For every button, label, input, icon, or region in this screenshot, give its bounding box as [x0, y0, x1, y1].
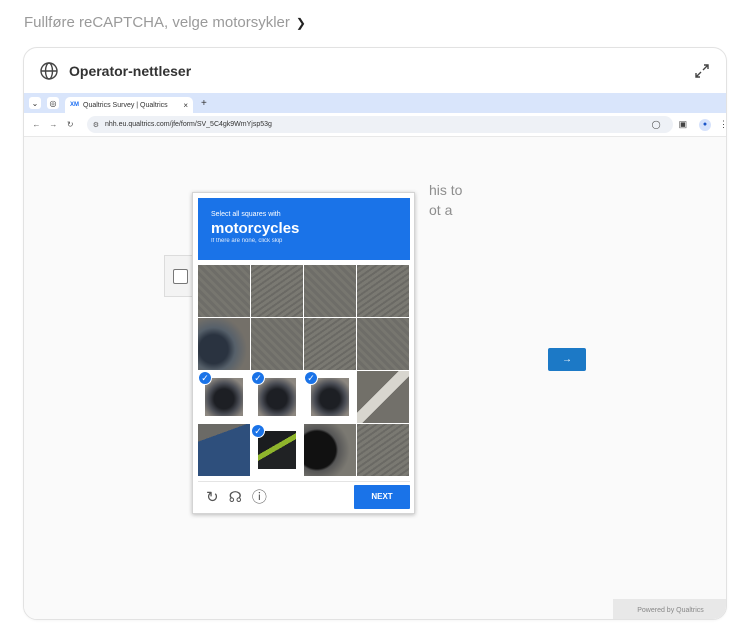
browser-tabstrip: ⌄ ◎ XM Qualtrics Survey | Qualtrics × + [24, 93, 726, 113]
tile-image [258, 378, 296, 416]
tab-qualtrics[interactable]: XM Qualtrics Survey | Qualtrics × [65, 97, 193, 113]
task-title-text: Fullføre reCAPTCHA, velge motorsykler [24, 14, 290, 31]
tile-image [304, 318, 356, 370]
captcha-tile[interactable] [357, 318, 409, 370]
more-menu-icon[interactable]: ⋮ [719, 119, 726, 130]
captcha-tile[interactable] [357, 371, 409, 423]
challenge-footer: ↻ ☊ ⓘ NEXT [198, 481, 410, 511]
tile-image [198, 424, 250, 476]
operator-title: Operator-nettleser [69, 62, 192, 79]
reload-icon[interactable]: ↻ [206, 488, 219, 506]
captcha-tile[interactable]: ✓ [251, 424, 303, 476]
tile-image [258, 431, 296, 469]
selected-check-icon: ✓ [251, 424, 265, 438]
captcha-tile[interactable] [198, 424, 250, 476]
survey-text-line2: ot a [429, 202, 453, 218]
captcha-tile[interactable] [357, 265, 409, 317]
challenge-header: Select all squares with motorcycles If t… [198, 198, 410, 260]
profile-avatar-icon[interactable]: ● [699, 118, 711, 131]
info-icon[interactable]: ⓘ [252, 486, 267, 507]
tab-list-chevron-icon[interactable]: ⌄ [29, 97, 41, 109]
address-bar-row: ← → ↻ ⚙ nhh.eu.qualtrics.com/jfe/form/SV… [24, 113, 726, 137]
operator-header: Operator-nettleser [24, 48, 726, 93]
tile-image [251, 318, 303, 370]
back-icon[interactable]: ← [30, 120, 43, 129]
tile-image [205, 378, 243, 416]
tile-image [198, 318, 250, 370]
image-grid: ✓ ✓ ✓ ✓ [198, 265, 410, 477]
task-title[interactable]: Fullføre reCAPTCHA, velge motorsykler ❯ [24, 14, 306, 31]
tile-image [357, 265, 409, 317]
expand-icon[interactable] [693, 62, 711, 80]
new-tab-icon[interactable]: + [201, 98, 207, 109]
survey-next-button[interactable]: → [548, 348, 586, 371]
url-text: nhh.eu.qualtrics.com/jfe/form/SV_5C4gk9W… [105, 121, 272, 128]
selected-check-icon: ✓ [251, 371, 265, 385]
tile-image [311, 378, 349, 416]
tile-image [198, 265, 250, 317]
captcha-tile[interactable] [198, 318, 250, 370]
captcha-tile[interactable]: ✓ [251, 371, 303, 423]
site-settings-icon[interactable]: ⚙ [93, 121, 99, 129]
captcha-tile[interactable] [198, 265, 250, 317]
tile-image [251, 265, 303, 317]
tile-image [304, 265, 356, 317]
challenge-instruction: Select all squares with [211, 211, 281, 218]
selected-check-icon: ✓ [198, 371, 212, 385]
tile-image [357, 424, 409, 476]
tile-image [357, 318, 409, 370]
qualtrics-logo: XM [70, 102, 79, 108]
chevron-down-icon[interactable]: ❯ [296, 16, 306, 30]
captcha-tile[interactable]: ✓ [304, 371, 356, 423]
web-page: his to ot a → Powered by Qualtrics Selec… [24, 137, 726, 619]
captcha-tile[interactable] [304, 424, 356, 476]
survey-text-line1: his to [429, 182, 463, 198]
challenge-hint: If there are none, click skip [211, 238, 283, 244]
captcha-tile[interactable] [251, 318, 303, 370]
captcha-tile[interactable] [251, 265, 303, 317]
challenge-target: motorcycles [211, 220, 300, 237]
reload-icon[interactable]: ↻ [64, 120, 77, 129]
survey-question-text: his to ot a [429, 180, 462, 220]
tile-image [304, 424, 356, 476]
forward-icon[interactable]: → [47, 120, 60, 129]
recaptcha-checkbox[interactable] [172, 268, 188, 284]
recaptcha-challenge: Select all squares with motorcycles If t… [192, 192, 415, 514]
chrome-icon[interactable]: ◎ [47, 97, 59, 109]
captcha-tile[interactable]: ✓ [198, 371, 250, 423]
extensions-icon[interactable]: ▣ [679, 119, 688, 130]
captcha-tile[interactable] [304, 318, 356, 370]
eye-off-icon[interactable]: ◯ [652, 120, 661, 129]
tile-image [357, 371, 409, 423]
headphones-icon[interactable]: ☊ [229, 488, 242, 506]
captcha-next-button[interactable]: NEXT [354, 484, 410, 509]
tab-label: Qualtrics Survey | Qualtrics [83, 101, 168, 109]
operator-browser-panel: Operator-nettleser ⌄ ◎ XM Qualtrics Surv… [23, 47, 727, 620]
selected-check-icon: ✓ [304, 371, 318, 385]
globe-icon [40, 61, 58, 80]
powered-by-link[interactable]: Powered by Qualtrics [613, 599, 726, 619]
captcha-tile[interactable] [304, 265, 356, 317]
url-field[interactable]: ⚙ nhh.eu.qualtrics.com/jfe/form/SV_5C4gk… [86, 116, 673, 133]
close-icon[interactable]: × [183, 101, 188, 110]
captcha-tile[interactable] [357, 424, 409, 476]
